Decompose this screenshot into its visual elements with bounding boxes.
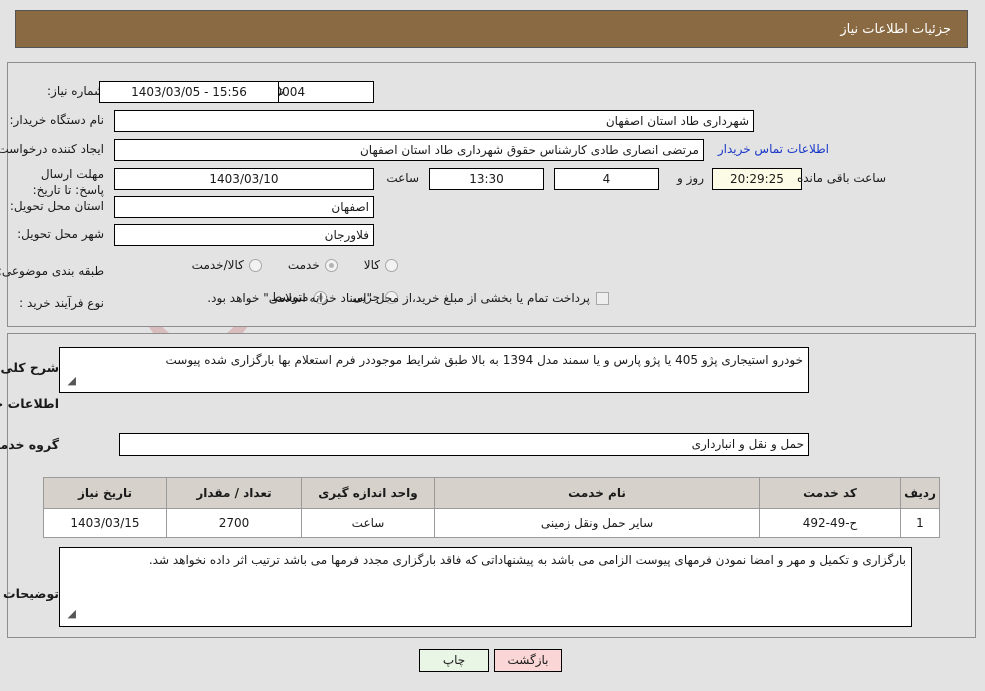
col-service-name: نام خدمت [435, 477, 761, 509]
table-row: 1 ح-49-492 سایر حمل ونقل زمینی ساعت 2700… [44, 508, 941, 538]
deadline-countdown-timer: 20:29:25 [713, 168, 803, 190]
subject-category-radio-2[interactable] [249, 258, 263, 272]
subject-category-option-2[interactable]: کالا/خدمت [193, 258, 263, 272]
col-service-code: کد خدمت [760, 477, 902, 509]
deadline-days-value: 4 [555, 168, 660, 190]
treasury-docs-checkbox-item[interactable]: پرداخت تمام یا بخشی از مبلغ خرید،از محل … [208, 291, 610, 305]
services-section-title: اطلاعات خدمات مورد نیاز [0, 396, 60, 411]
need-desc-label: شرح کلی نیاز: [0, 360, 60, 375]
delivery-city-label: شهر محل تحویل: [18, 227, 105, 241]
cell-service-name: سایر حمل ونقل زمینی [435, 508, 761, 538]
public-announce-value: 15:56 - 1403/03/05 [100, 81, 280, 103]
deadline-days-label: روز و [678, 171, 705, 185]
cell-need-date: 1403/03/15 [44, 508, 168, 538]
service-group-label: گروه خدمت: [0, 437, 60, 452]
deadline-time-value: 13:30 [430, 168, 545, 190]
cell-quantity: 2700 [167, 508, 303, 538]
treasury-docs-checkbox[interactable] [597, 291, 610, 305]
request-creator-label: ایجاد کننده درخواست: [0, 142, 105, 156]
deadline-remaining-label: ساعت باقی مانده [797, 171, 887, 185]
services-table: ردیف کد خدمت نام خدمت واحد اندازه گیری ت… [44, 477, 941, 538]
subject-category-label: طبقه بندی موضوعی: [0, 264, 105, 278]
buyer-org-label: نام دستگاه خریدار: [10, 113, 106, 127]
delivery-province-label: استان محل تحویل: [10, 199, 105, 213]
need-number-label: شماره نیاز: [48, 84, 105, 98]
subject-category-option-0[interactable]: کالا [365, 258, 399, 272]
subject-category-option-1[interactable]: خدمت [289, 258, 339, 272]
need-desc-value: خودرو استیجاری پژو 405 یا پژو پارس و یا … [60, 347, 810, 393]
delivery-city-value: فلاورجان [115, 224, 375, 246]
request-creator-value: مرتضی انصاری طادی کارشناس حقوق شهرداری ط… [115, 139, 705, 161]
cell-row-no: 1 [901, 508, 941, 538]
page-title-bar: جزئیات اطلاعات نیاز [16, 10, 969, 48]
subject-category-label-1: خدمت [288, 258, 321, 272]
col-quantity: تعداد / مقدار [167, 477, 303, 509]
subject-category-radio-0[interactable] [386, 258, 399, 272]
subject-category-label-2: کالا/خدمت [192, 258, 245, 272]
subject-category-radio-1[interactable] [325, 258, 339, 272]
subject-category-radio-group[interactable]: کالا خدمت کالا/خدمت [167, 258, 399, 272]
deadline-label: مهلت ارسال پاسخ: تا تاریخ: [33, 167, 105, 197]
page-title: جزئیات اطلاعات نیاز [841, 22, 952, 37]
deadline-date-value: 1403/03/10 [115, 168, 375, 190]
service-group-value: حمل و نقل و انبارداری [120, 433, 810, 456]
print-button[interactable]: چاپ [420, 649, 490, 672]
table-header-row: ردیف کد خدمت نام خدمت واحد اندازه گیری ت… [44, 477, 941, 509]
buyer-contact-link[interactable]: اطلاعات تماس خریدار [719, 142, 830, 156]
treasury-docs-checkbox-label: پرداخت تمام یا بخشی از مبلغ خرید،از محل … [208, 291, 591, 305]
buyer-notes-label: توضیحات خریدار: [0, 586, 60, 601]
buyer-org-value: شهرداری طاد استان اصفهان [115, 110, 755, 132]
col-unit: واحد اندازه گیری [302, 477, 436, 509]
subject-category-label-0: کالا [364, 258, 381, 272]
cell-service-code: ح-49-492 [760, 508, 902, 538]
col-row-no: ردیف [901, 477, 941, 509]
back-button[interactable]: بازگشت [495, 649, 563, 672]
col-need-date: تاریخ نیاز [44, 477, 168, 509]
buyer-notes-value: بارگزاری و تکمیل و مهر و امضا نمودن فرمه… [60, 547, 913, 627]
purchase-process-label: نوع فرآیند خرید : [20, 296, 105, 310]
delivery-province-value: اصفهان [115, 196, 375, 218]
cell-unit: ساعت [302, 508, 436, 538]
deadline-time-label: ساعت [387, 171, 420, 185]
